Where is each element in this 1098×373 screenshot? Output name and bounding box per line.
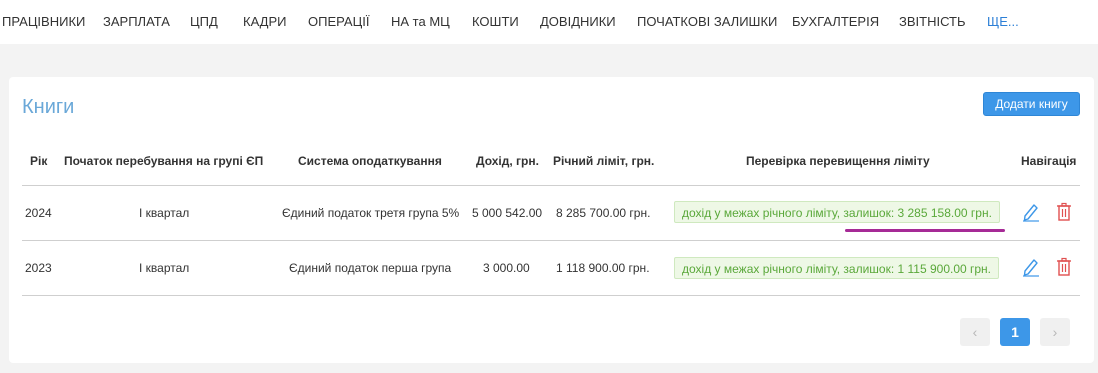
nav-item-more[interactable]: ЩЕ... (987, 14, 1019, 29)
nav-item-accounting[interactable]: БУХГАЛТЕРІЯ (792, 14, 879, 29)
limit-status-badge: дохід у межах річного ліміту, залишок: 3… (674, 201, 1000, 223)
cell-income: 3 000.00 (483, 261, 530, 275)
page-title: Книги (22, 96, 75, 118)
add-book-button[interactable]: Додати книгу (983, 92, 1080, 116)
column-header-income: Дохід, грн. (476, 154, 539, 168)
header-divider (22, 185, 1080, 186)
nav-item-employees[interactable]: ПРАЦІВНИКИ (2, 14, 85, 29)
column-header-annual-limit: Річний ліміт, грн. (553, 154, 655, 168)
cell-tax-system: Єдиний податок перша група (289, 261, 452, 275)
highlight-underline (845, 229, 1005, 232)
cell-start: І квартал (139, 206, 190, 220)
top-navigation: ПРАЦІВНИКИ ЗАРПЛАТА ЦПД КАДРИ ОПЕРАЦІЇ Н… (0, 0, 1098, 44)
cell-annual-limit: 8 285 700.00 грн. (556, 206, 651, 220)
column-header-tax-system: Система оподаткування (298, 154, 442, 168)
cell-year: 2023 (25, 261, 52, 275)
trash-icon[interactable] (1056, 202, 1072, 226)
trash-icon[interactable] (1056, 257, 1072, 281)
cell-income: 5 000 542.00 (472, 206, 543, 220)
pencil-icon[interactable] (1022, 202, 1040, 227)
column-header-start: Початок перебування на групі ЄП (64, 154, 264, 168)
nav-item-assets[interactable]: НА та МЦ (391, 14, 450, 29)
pencil-icon[interactable] (1022, 257, 1040, 282)
page-1-button[interactable]: 1 (1000, 318, 1030, 346)
books-card: Книги Додати книгу Рік Початок перебуван… (9, 77, 1094, 363)
limit-status-badge: дохід у межах річного ліміту, залишок: 1… (674, 257, 1000, 279)
row-divider (22, 295, 1080, 296)
column-header-limit-check: Перевірка перевищення ліміту (746, 154, 930, 168)
next-page-button[interactable]: › (1040, 318, 1070, 346)
nav-item-funds[interactable]: КОШТИ (472, 14, 519, 29)
cell-year: 2024 (25, 206, 52, 220)
cell-tax-system: Єдиний податок третя група 5% (282, 206, 460, 220)
prev-page-button[interactable]: ‹ (960, 318, 990, 346)
row-divider (22, 240, 1080, 241)
nav-item-opening-balances[interactable]: ПОЧАТКОВІ ЗАЛИШКИ (637, 14, 777, 29)
nav-item-salary[interactable]: ЗАРПЛАТА (103, 14, 170, 29)
nav-item-reports[interactable]: ЗВІТНІСТЬ (899, 14, 966, 29)
nav-item-operations[interactable]: ОПЕРАЦІЇ (308, 14, 369, 29)
nav-item-hr[interactable]: КАДРИ (243, 14, 287, 29)
nav-item-directories[interactable]: ДОВІДНИКИ (540, 14, 616, 29)
column-header-navigation: Навігація (1021, 154, 1077, 168)
cell-start: І квартал (139, 261, 190, 275)
column-header-year: Рік (30, 154, 48, 168)
cell-annual-limit: 1 118 900.00 грн. (556, 261, 650, 275)
nav-item-cpd[interactable]: ЦПД (190, 14, 218, 29)
